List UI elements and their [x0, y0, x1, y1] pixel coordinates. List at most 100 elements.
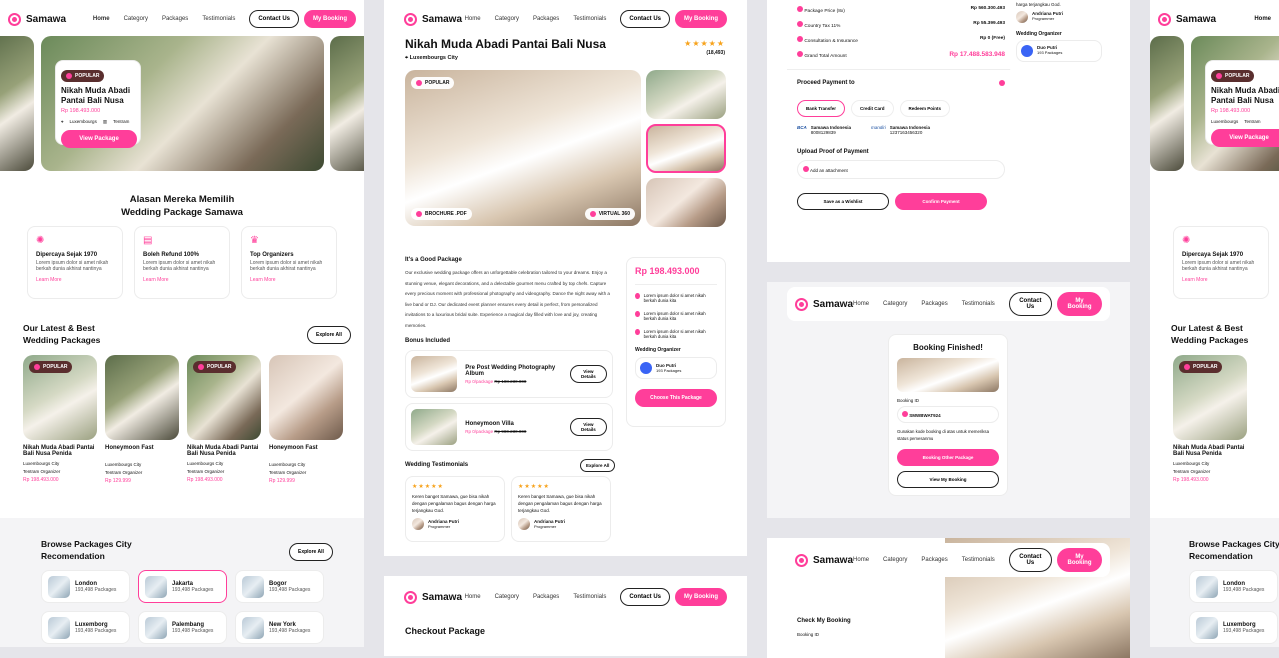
nav-testimonials[interactable]: Testimonials [573, 594, 606, 600]
checkout-title: Checkout Package [405, 626, 486, 636]
city-card[interactable]: Palembang 193,498 Packages [138, 611, 227, 644]
nav-category[interactable]: Category [883, 557, 907, 563]
learn-more-link[interactable]: Learn More [143, 277, 221, 283]
nav-testimonials[interactable]: Testimonials [962, 301, 995, 307]
nav-home[interactable]: Home [465, 594, 481, 600]
bonus-image [411, 356, 458, 392]
navbar: Samawa Home Category Packages Testimonials … [787, 287, 1110, 321]
package-city: Luxembourgs City [105, 462, 142, 467]
contact-button[interactable]: Contact Us [249, 10, 299, 28]
view-details-button[interactable]: View Details [569, 418, 607, 436]
bank-transfer-tab[interactable]: Bank Transfer [797, 100, 846, 117]
file-icon [416, 211, 422, 217]
my-booking-button[interactable]: My Booking [675, 588, 727, 606]
gallery-thumb-3[interactable] [646, 178, 726, 227]
package-org: Tentram Organizer [187, 469, 225, 474]
confirm-payment-button[interactable]: Confirm Payment [895, 193, 987, 210]
my-booking-button[interactable]: My Booking [304, 10, 356, 28]
hero-side-image-left [0, 36, 34, 171]
brochure-button[interactable]: BROCHURE .PDF [411, 208, 472, 220]
nav-testimonials[interactable]: Testimonials [962, 557, 995, 563]
price-panel: Rp 198.493.000 Lorem ipsum dolor si amet… [626, 257, 726, 427]
attachment-input[interactable]: Add an attachment [797, 160, 1005, 179]
logo[interactable]: Samawa [404, 590, 462, 604]
city-card[interactable]: Bogor 193,498 Packages [235, 570, 324, 603]
nav-packages[interactable]: Packages [533, 594, 559, 600]
city-card[interactable]: Jakarta 193,498 Packages [138, 570, 227, 603]
hero-side-image-right [330, 36, 364, 171]
view-package-button[interactable]: View Package [61, 130, 137, 148]
hero-city: Luxembourgs [69, 119, 97, 124]
city-card[interactable]: London 193,498 Packages [1189, 570, 1278, 603]
choose-package-button[interactable]: Choose This Package [635, 389, 717, 407]
navbar: Samawa Home Category Packages Testimonia… [0, 2, 364, 36]
learn-more-link[interactable]: Learn More [1182, 277, 1260, 283]
nav-home[interactable]: Home [853, 557, 869, 563]
cities-explore-button[interactable]: Explore All [289, 543, 333, 561]
view-details-button[interactable]: View Details [569, 365, 607, 383]
why-card-3: ♛ Top Organizers Lorem ipsum dolor si am… [241, 226, 337, 299]
why-item-desc: Lorem ipsum dolor si amet nikah berkah d… [36, 260, 109, 272]
city-card[interactable]: Luxemborg 193,498 Packages [1189, 611, 1278, 644]
wishlist-button[interactable]: Save as a Wishlist [797, 193, 889, 210]
popular-badge: POPULAR [29, 361, 73, 373]
nav-home[interactable]: Home [853, 301, 869, 307]
nav-category[interactable]: Category [495, 594, 519, 600]
nav-packages[interactable]: Packages [921, 301, 947, 307]
explore-all-button[interactable]: Explore All [307, 326, 351, 344]
contact-button[interactable]: Contact Us [1008, 548, 1052, 572]
city-card[interactable]: London 193,498 Packages [41, 570, 130, 603]
rating-stars: ★★★★★ [684, 39, 725, 48]
gallery-thumb-1[interactable] [646, 70, 726, 119]
check-icon [635, 329, 640, 335]
city-card[interactable]: Luxemborg 193,498 Packages [41, 611, 130, 644]
redeem-points-tab[interactable]: Redeem Points [899, 100, 951, 117]
package-card[interactable]: POPULAR Nikah Muda Abadi Pantai Bali Nus… [1173, 355, 1247, 483]
nav-category[interactable]: Category [495, 16, 519, 22]
package-card[interactable]: POPULAR Nikah Muda Abadi Pantai Bali Nus… [23, 355, 97, 483]
nav-category[interactable]: Category [124, 16, 148, 22]
package-price: Rp 129.999 [269, 478, 295, 484]
nav-packages[interactable]: Packages [533, 16, 559, 22]
credit-card-tab[interactable]: Credit Card [851, 100, 894, 117]
check-title: Check My Booking [797, 618, 851, 624]
nav-home[interactable]: Home [93, 16, 110, 22]
my-booking-button[interactable]: My Booking [1056, 548, 1102, 572]
contact-button[interactable]: Contact Us [620, 588, 670, 606]
nav-packages[interactable]: Packages [162, 16, 188, 22]
latest-title: Our Latest & Best Wedding Packages [1171, 323, 1249, 345]
my-booking-button[interactable]: My Booking [675, 10, 727, 28]
logo[interactable]: Samawa [404, 12, 462, 26]
package-card[interactable]: Honeymoon Fast Luxembourgs City Tentram … [105, 355, 179, 484]
virtual-360-button[interactable]: VIRTUAL 360 [584, 208, 635, 220]
nav-testimonials[interactable]: Testimonials [573, 16, 606, 22]
package-card[interactable]: POPULAR Nikah Muda Abadi Pantai Bali Nus… [187, 355, 261, 483]
package-org: Tentram Organizer [23, 469, 61, 474]
package-org: Tentram Organizer [105, 470, 143, 475]
nav-home[interactable]: Home [465, 16, 481, 22]
contact-button[interactable]: Contact Us [620, 10, 670, 28]
nav-home[interactable]: Home [1254, 16, 1271, 22]
testimonials-explore-button[interactable]: Explore All [580, 459, 616, 472]
gallery-thumb-2[interactable] [646, 124, 726, 173]
learn-more-link[interactable]: Learn More [36, 277, 114, 283]
nav-packages[interactable]: Packages [921, 557, 947, 563]
my-booking-button[interactable]: My Booking [1056, 292, 1102, 316]
nav-category[interactable]: Category [883, 301, 907, 307]
check-id-label: Booking ID [797, 632, 820, 637]
package-image: POPULAR [187, 355, 261, 440]
contact-button[interactable]: Contact Us [1008, 292, 1052, 316]
hero-side-image [1150, 36, 1184, 171]
view-package-button[interactable]: View Package [1211, 129, 1279, 147]
logo[interactable]: Samawa [8, 12, 66, 26]
package-price: Rp 198.493.000 [23, 477, 59, 483]
nav-testimonials[interactable]: Testimonials [202, 16, 235, 22]
booking-other-button[interactable]: Booking Other Package [897, 449, 999, 466]
check-icon [635, 311, 640, 317]
popular-badge: POPULAR [411, 77, 455, 89]
learn-more-link[interactable]: Learn More [250, 277, 328, 283]
city-card[interactable]: New York 193,498 Packages [235, 611, 324, 644]
testimonials-title: Wedding Testimonials [405, 462, 469, 468]
package-card[interactable]: Honeymoon Fast Luxembourgs City Tentram … [269, 355, 343, 484]
view-my-booking-button[interactable]: View My Booking [897, 471, 999, 488]
